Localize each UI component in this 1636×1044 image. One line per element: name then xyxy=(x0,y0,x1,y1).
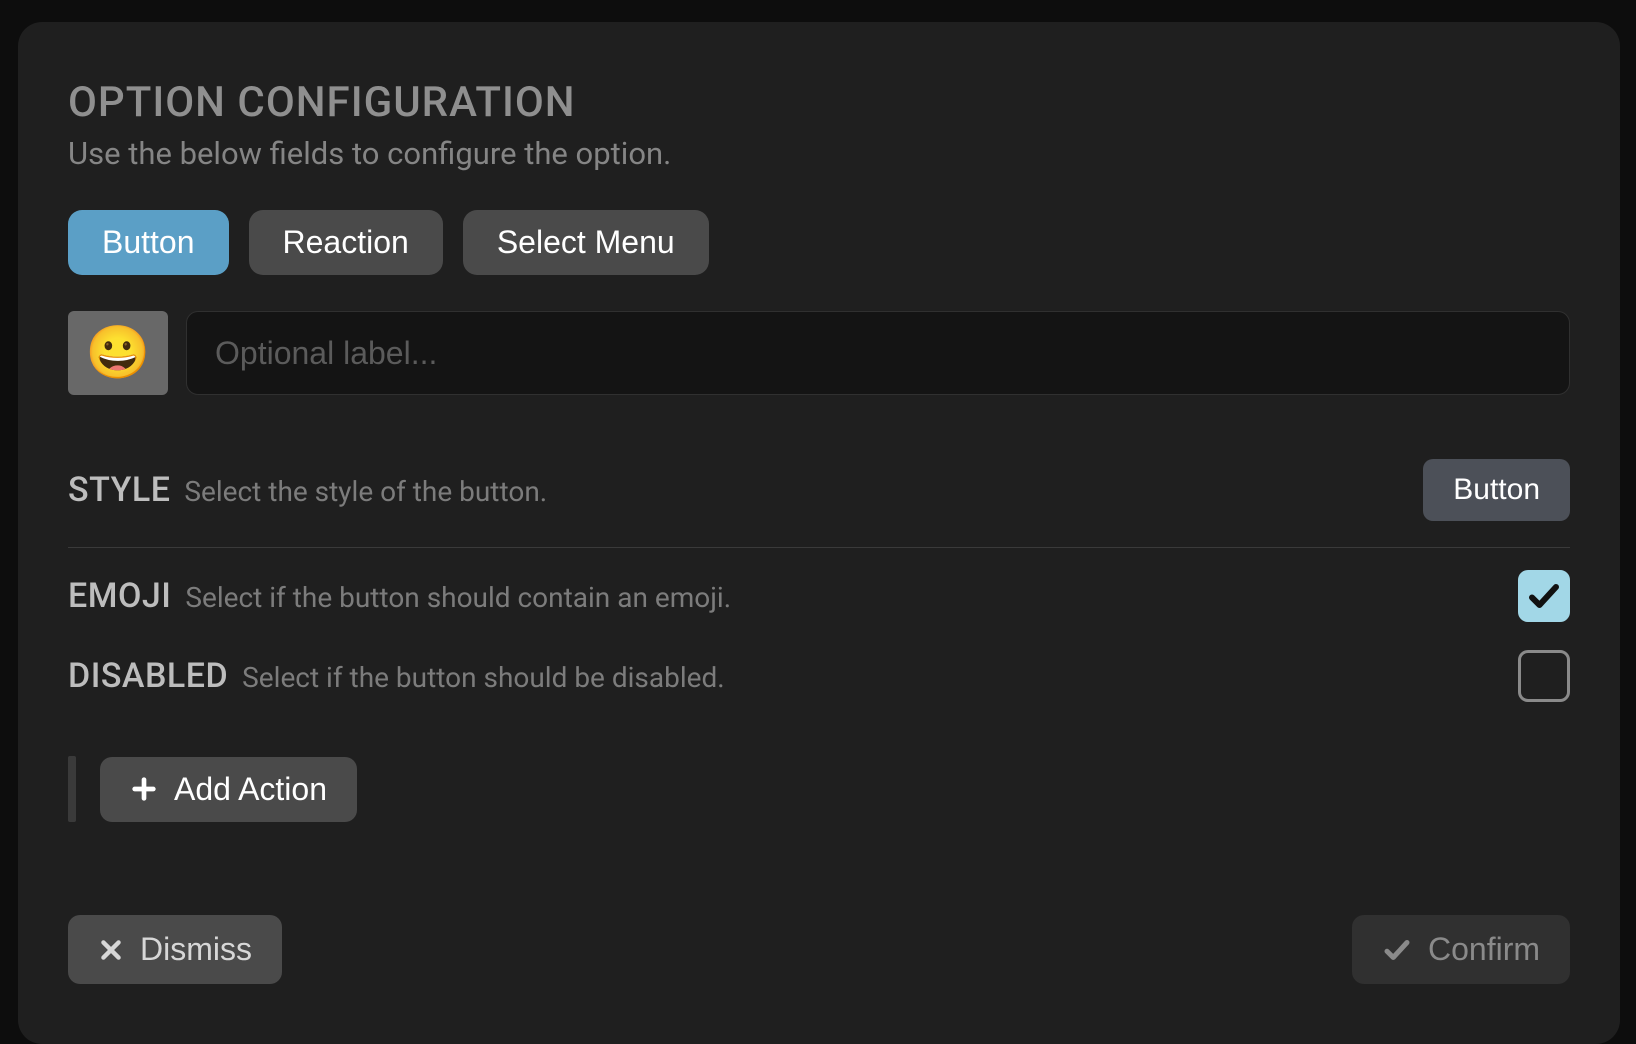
confirm-label: Confirm xyxy=(1428,931,1540,968)
tab-select-menu[interactable]: Select Menu xyxy=(463,210,709,275)
modal-subtitle: Use the below fields to configure the op… xyxy=(68,135,1570,172)
modal-footer: Dismiss Confirm xyxy=(68,915,1570,984)
disabled-title: DISABLED xyxy=(68,656,228,696)
dismiss-button[interactable]: Dismiss xyxy=(68,915,282,984)
option-configuration-modal: OPTION CONFIGURATION Use the below field… xyxy=(18,22,1620,1044)
style-description: Select the style of the button. xyxy=(184,475,547,508)
emoji-picker-button[interactable]: 😀 xyxy=(68,311,168,395)
disabled-checkbox[interactable] xyxy=(1518,650,1570,702)
emoji-checkbox[interactable] xyxy=(1518,570,1570,622)
disabled-text: DISABLED Select if the button should be … xyxy=(68,656,725,696)
grinning-face-icon: 😀 xyxy=(86,327,151,379)
style-select-button[interactable]: Button xyxy=(1423,459,1570,521)
disabled-description: Select if the button should be disabled. xyxy=(242,661,725,694)
label-row: 😀 xyxy=(68,311,1570,395)
style-title: STYLE xyxy=(68,470,170,510)
plus-icon xyxy=(130,775,158,803)
action-block: Add Action xyxy=(68,756,1570,822)
tab-reaction[interactable]: Reaction xyxy=(249,210,443,275)
check-icon xyxy=(1382,935,1412,965)
style-row: STYLE Select the style of the button. Bu… xyxy=(68,445,1570,535)
dismiss-label: Dismiss xyxy=(140,931,252,968)
add-action-label: Add Action xyxy=(174,771,327,808)
close-icon xyxy=(98,937,124,963)
disabled-row: DISABLED Select if the button should be … xyxy=(68,636,1570,716)
label-input[interactable] xyxy=(186,311,1570,395)
modal-title: OPTION CONFIGURATION xyxy=(68,78,1570,127)
style-text: STYLE Select the style of the button. xyxy=(68,470,547,510)
tab-button[interactable]: Button xyxy=(68,210,229,275)
divider xyxy=(68,547,1570,548)
emoji-description: Select if the button should contain an e… xyxy=(185,581,731,614)
check-icon xyxy=(1526,578,1562,614)
confirm-button[interactable]: Confirm xyxy=(1352,915,1570,984)
action-indicator-bar xyxy=(68,756,76,822)
emoji-row: EMOJI Select if the button should contai… xyxy=(68,556,1570,636)
add-action-button[interactable]: Add Action xyxy=(100,757,357,822)
option-type-tabs: Button Reaction Select Menu xyxy=(68,210,1570,275)
emoji-title: EMOJI xyxy=(68,576,171,616)
emoji-text: EMOJI Select if the button should contai… xyxy=(68,576,731,616)
